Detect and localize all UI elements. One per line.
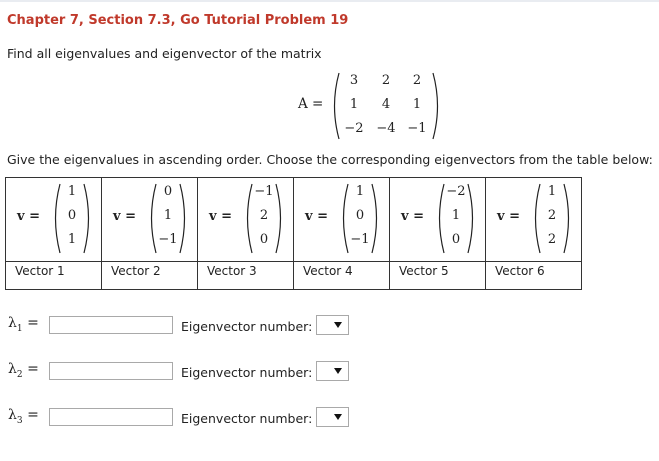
matrix-cell: 3 [349, 73, 359, 88]
matrix-cell: 1 [412, 97, 422, 112]
lambda-3-input[interactable] [49, 408, 173, 426]
lambda-2-label: λ2 = [8, 361, 39, 380]
eigenvector-2-label: Eigenvector number: [181, 365, 313, 380]
chevron-down-icon [334, 414, 342, 420]
vector-column: 1 0 −1 [340, 182, 380, 255]
vector-entry: 2 [547, 232, 557, 247]
vector-eq-label: v = [17, 209, 40, 224]
problem-title: Chapter 7, Section 7.3, Go Tutorial Prob… [7, 13, 349, 28]
vector-entry: 2 [259, 208, 269, 223]
vector-cell-1: v = 1 0 1 Vector 1 [6, 178, 102, 289]
vector-eq-label: v = [113, 209, 136, 224]
eigenvector-3-label: Eigenvector number: [181, 411, 313, 426]
vector-entry: −1 [350, 232, 370, 247]
eigenvector-1-label: Eigenvector number: [181, 319, 313, 334]
eigenvector-3-select[interactable] [316, 407, 349, 427]
vector-label: Vector 6 [495, 264, 545, 278]
vector-entry: 2 [547, 208, 557, 223]
eigenvector-1-select[interactable] [316, 315, 349, 335]
vector-cell-3: v = −1 2 0 Vector 3 [198, 178, 294, 289]
vector-entry: 1 [547, 184, 557, 199]
matrix-cell: 2 [412, 73, 422, 88]
top-divider [0, 0, 659, 2]
matrix-a: 3 2 2 1 4 1 −2 −4 −1 [332, 71, 440, 141]
vector-cell-2: v = 0 1 −1 Vector 2 [102, 178, 198, 289]
vector-column: 1 0 1 [52, 182, 92, 255]
vector-cell-5: v = −2 1 0 Vector 5 [390, 178, 486, 289]
vector-label: Vector 5 [399, 264, 449, 278]
vector-column: 1 2 2 [532, 182, 572, 255]
vector-label: Vector 4 [303, 264, 353, 278]
matrix-cell: −1 [407, 121, 427, 136]
vector-entry: 1 [67, 184, 77, 199]
problem-prompt: Find all eigenvalues and eigenvector of … [7, 46, 322, 61]
vector-eq-label: v = [497, 209, 520, 224]
vector-entry: 0 [355, 208, 365, 223]
vector-eq-label: v = [401, 209, 424, 224]
vector-entry: 0 [259, 232, 269, 247]
vector-cell-4: v = 1 0 −1 Vector 4 [294, 178, 390, 289]
vector-column: −2 1 0 [436, 182, 476, 255]
matrix-cell: 1 [349, 97, 359, 112]
vector-label: Vector 3 [207, 264, 257, 278]
vector-entry: 0 [67, 208, 77, 223]
vector-eq-label: v = [305, 209, 328, 224]
vector-entry: 1 [163, 208, 173, 223]
lambda-1-label: λ1 = [8, 315, 39, 334]
instructions: Give the eigenvalues in ascending order.… [7, 152, 653, 167]
chevron-down-icon [334, 368, 342, 374]
vector-label: Vector 2 [111, 264, 161, 278]
vector-entry: −1 [254, 184, 274, 199]
vector-entry: 1 [67, 232, 77, 247]
vector-column: 0 1 −1 [148, 182, 188, 255]
vector-eq-label: v = [209, 209, 232, 224]
vector-entry: 0 [451, 232, 461, 247]
lambda-3-label: λ3 = [8, 407, 39, 426]
vector-entry: 1 [451, 208, 461, 223]
matrix-cell: 4 [381, 97, 391, 112]
chevron-down-icon [334, 322, 342, 328]
vector-entry: 0 [163, 184, 173, 199]
lambda-2-input[interactable] [49, 362, 173, 380]
vector-label: Vector 1 [15, 264, 65, 278]
matrix-cell: −4 [376, 121, 396, 136]
vector-entry: 1 [355, 184, 365, 199]
vector-entry: −2 [446, 184, 466, 199]
vector-column: −1 2 0 [244, 182, 284, 255]
matrix-label: A = [298, 96, 324, 112]
matrix-cell: −2 [344, 121, 364, 136]
matrix-cell: 2 [381, 73, 391, 88]
lambda-1-input[interactable] [49, 316, 173, 334]
eigenvector-table: v = 1 0 1 Vector 1 v = 0 1 −1 Vector 2 v… [5, 177, 582, 290]
eigenvector-2-select[interactable] [316, 361, 349, 381]
vector-entry: −1 [158, 232, 178, 247]
vector-cell-6: v = 1 2 2 Vector 6 [486, 178, 581, 289]
